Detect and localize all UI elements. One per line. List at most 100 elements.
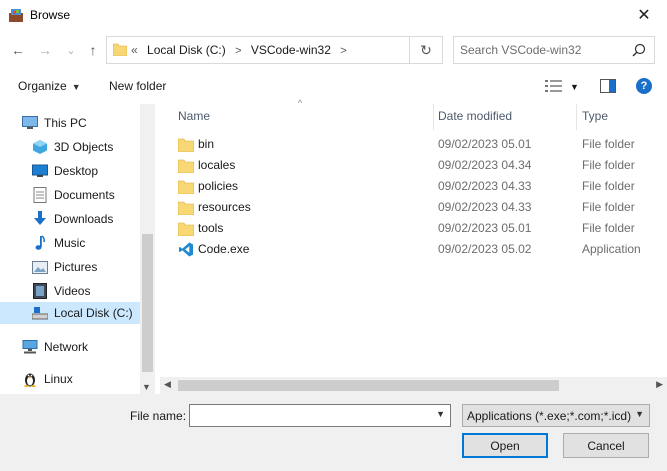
column-header-type[interactable]: Type: [582, 109, 608, 123]
sidebar-item-label: This PC: [44, 116, 87, 130]
new-folder-button[interactable]: New folder: [109, 79, 166, 93]
help-icon[interactable]: ?: [636, 78, 652, 94]
sidebar-item-local-disk[interactable]: Local Disk (C:): [0, 302, 140, 324]
chevron-down-icon: ⌄: [66, 44, 76, 57]
organize-label: Organize: [18, 79, 67, 93]
sidebar-item-documents[interactable]: Documents: [32, 184, 115, 206]
back-button[interactable]: ←: [8, 40, 28, 60]
preview-pane-icon[interactable]: [600, 79, 616, 93]
search-box[interactable]: [453, 36, 655, 64]
file-row-tools[interactable]: tools 09/02/2023 05.01 File folder: [160, 218, 667, 239]
folder-icon: [178, 201, 194, 215]
new-folder-label: New folder: [109, 79, 167, 93]
desktop-icon: [32, 163, 48, 179]
sidebar-item-downloads[interactable]: Downloads: [32, 208, 113, 230]
sidebar-item-pictures[interactable]: Pictures: [32, 256, 97, 278]
sidebar-item-3d-objects[interactable]: 3D Objects: [32, 136, 113, 158]
file-type: File folder: [582, 200, 635, 214]
file-list-horizontal-scrollbar[interactable]: ◀ ▶: [160, 377, 667, 394]
sidebar-item-label: Downloads: [54, 212, 114, 226]
linux-icon: [22, 371, 38, 387]
sidebar-item-videos[interactable]: Videos: [32, 280, 90, 302]
pictures-icon: [32, 259, 48, 275]
sidebar-item-linux[interactable]: Linux: [22, 368, 73, 390]
file-row-locales[interactable]: locales 09/02/2023 04.34 File folder: [160, 155, 667, 176]
breadcrumb-vscode-win32[interactable]: VSCode-win32: [251, 43, 331, 57]
sort-ascending-icon: ^: [298, 98, 303, 108]
scrollbar-thumb[interactable]: [178, 380, 559, 391]
sidebar-item-network[interactable]: Network: [22, 336, 88, 358]
file-date: 09/02/2023 05.01: [438, 221, 532, 235]
breadcrumb-local-disk[interactable]: Local Disk (C:): [147, 43, 226, 57]
sidebar-item-label: Network: [44, 340, 89, 354]
chevron-right-icon[interactable]: >: [340, 45, 346, 57]
up-button[interactable]: ↑: [83, 40, 103, 60]
file-type: Application: [582, 242, 641, 256]
sidebar-scrollbar[interactable]: ▼: [140, 104, 155, 394]
file-name: Code.exe: [198, 242, 250, 256]
search-input[interactable]: [460, 42, 630, 58]
file-name: tools: [198, 221, 224, 235]
file-list-pane: ^ Name Date modified Type bin 09/02/2023…: [160, 98, 667, 394]
forward-arrow-icon: →: [38, 42, 52, 58]
scrollbar-thumb[interactable]: [142, 234, 153, 372]
sidebar-item-label: Linux: [44, 372, 73, 386]
back-arrow-icon: ←: [11, 42, 25, 58]
file-row-resources[interactable]: resources 09/02/2023 04.33 File folder: [160, 197, 667, 218]
file-date: 09/02/2023 04.34: [438, 158, 532, 172]
view-options-icon[interactable]: [545, 79, 563, 93]
file-type: File folder: [582, 137, 635, 151]
address-bar[interactable]: « Local Disk (C:) > VSCode-win32 > ↻: [106, 36, 443, 64]
scroll-left-icon[interactable]: ◀: [164, 379, 171, 390]
dialog-footer: File name: ▼ Applications (*.exe;*.com;*…: [0, 394, 667, 471]
file-name-input[interactable]: [194, 408, 424, 423]
column-header-name[interactable]: Name: [178, 109, 210, 123]
vscode-icon: [178, 242, 194, 257]
file-type: File folder: [582, 179, 635, 193]
chevron-right-icon[interactable]: >: [235, 45, 241, 57]
organize-button[interactable]: Organize ▼: [18, 79, 81, 93]
column-divider[interactable]: [576, 104, 577, 130]
sidebar-item-label: Desktop: [54, 164, 99, 178]
network-icon: [22, 339, 38, 355]
sidebar-item-label: 3D Objects: [54, 140, 114, 154]
cancel-button[interactable]: Cancel: [563, 433, 649, 458]
sidebar-item-label: Music: [54, 236, 86, 250]
file-date: 09/02/2023 04.33: [438, 179, 532, 193]
close-button[interactable]: ✕: [621, 0, 667, 30]
recent-locations-button[interactable]: ⌄: [61, 40, 81, 60]
documents-icon: [32, 187, 48, 203]
file-type: File folder: [582, 221, 635, 235]
file-name: bin: [198, 137, 215, 151]
forward-button[interactable]: →: [35, 40, 55, 60]
file-date: 09/02/2023 05.01: [438, 137, 532, 151]
chevron-down-icon[interactable]: ▼: [436, 409, 445, 419]
scroll-right-icon[interactable]: ▶: [656, 379, 663, 390]
scroll-down-icon[interactable]: ▼: [142, 382, 151, 392]
computer-icon: [22, 115, 38, 131]
folder-icon: [113, 43, 127, 56]
toolbar: Organize ▼ New folder ▼ ?: [0, 74, 667, 100]
open-button[interactable]: Open: [462, 433, 548, 458]
view-caret-down-icon[interactable]: ▼: [570, 82, 579, 92]
videos-icon: [32, 283, 48, 299]
overflow-icon[interactable]: «: [131, 43, 138, 57]
file-name: locales: [198, 158, 236, 172]
sidebar-item-label: Local Disk (C:): [54, 306, 133, 320]
sidebar-item-desktop[interactable]: Desktop: [32, 160, 98, 182]
sidebar-item-this-pc[interactable]: This PC: [22, 112, 87, 134]
file-row-code-exe[interactable]: Code.exe 09/02/2023 05.02 Application: [160, 239, 667, 260]
caret-down-icon: ▼: [71, 82, 81, 92]
column-header-date[interactable]: Date modified: [438, 109, 512, 123]
file-name-combobox[interactable]: ▼: [189, 404, 451, 427]
file-type-filter[interactable]: Applications (*.exe;*.com;*.icd) ▼: [462, 404, 650, 427]
column-divider[interactable]: [433, 104, 434, 130]
folder-icon: [178, 138, 194, 152]
navigation-pane: This PC 3D Objects Desktop Documents Dow…: [0, 104, 155, 394]
up-arrow-icon: ↑: [89, 42, 97, 58]
file-row-bin[interactable]: bin 09/02/2023 05.01 File folder: [160, 134, 667, 155]
refresh-button[interactable]: ↻: [409, 37, 442, 63]
sidebar-item-music[interactable]: Music: [32, 232, 85, 254]
file-row-policies[interactable]: policies 09/02/2023 04.33 File folder: [160, 176, 667, 197]
sidebar-item-label: Documents: [54, 188, 115, 202]
